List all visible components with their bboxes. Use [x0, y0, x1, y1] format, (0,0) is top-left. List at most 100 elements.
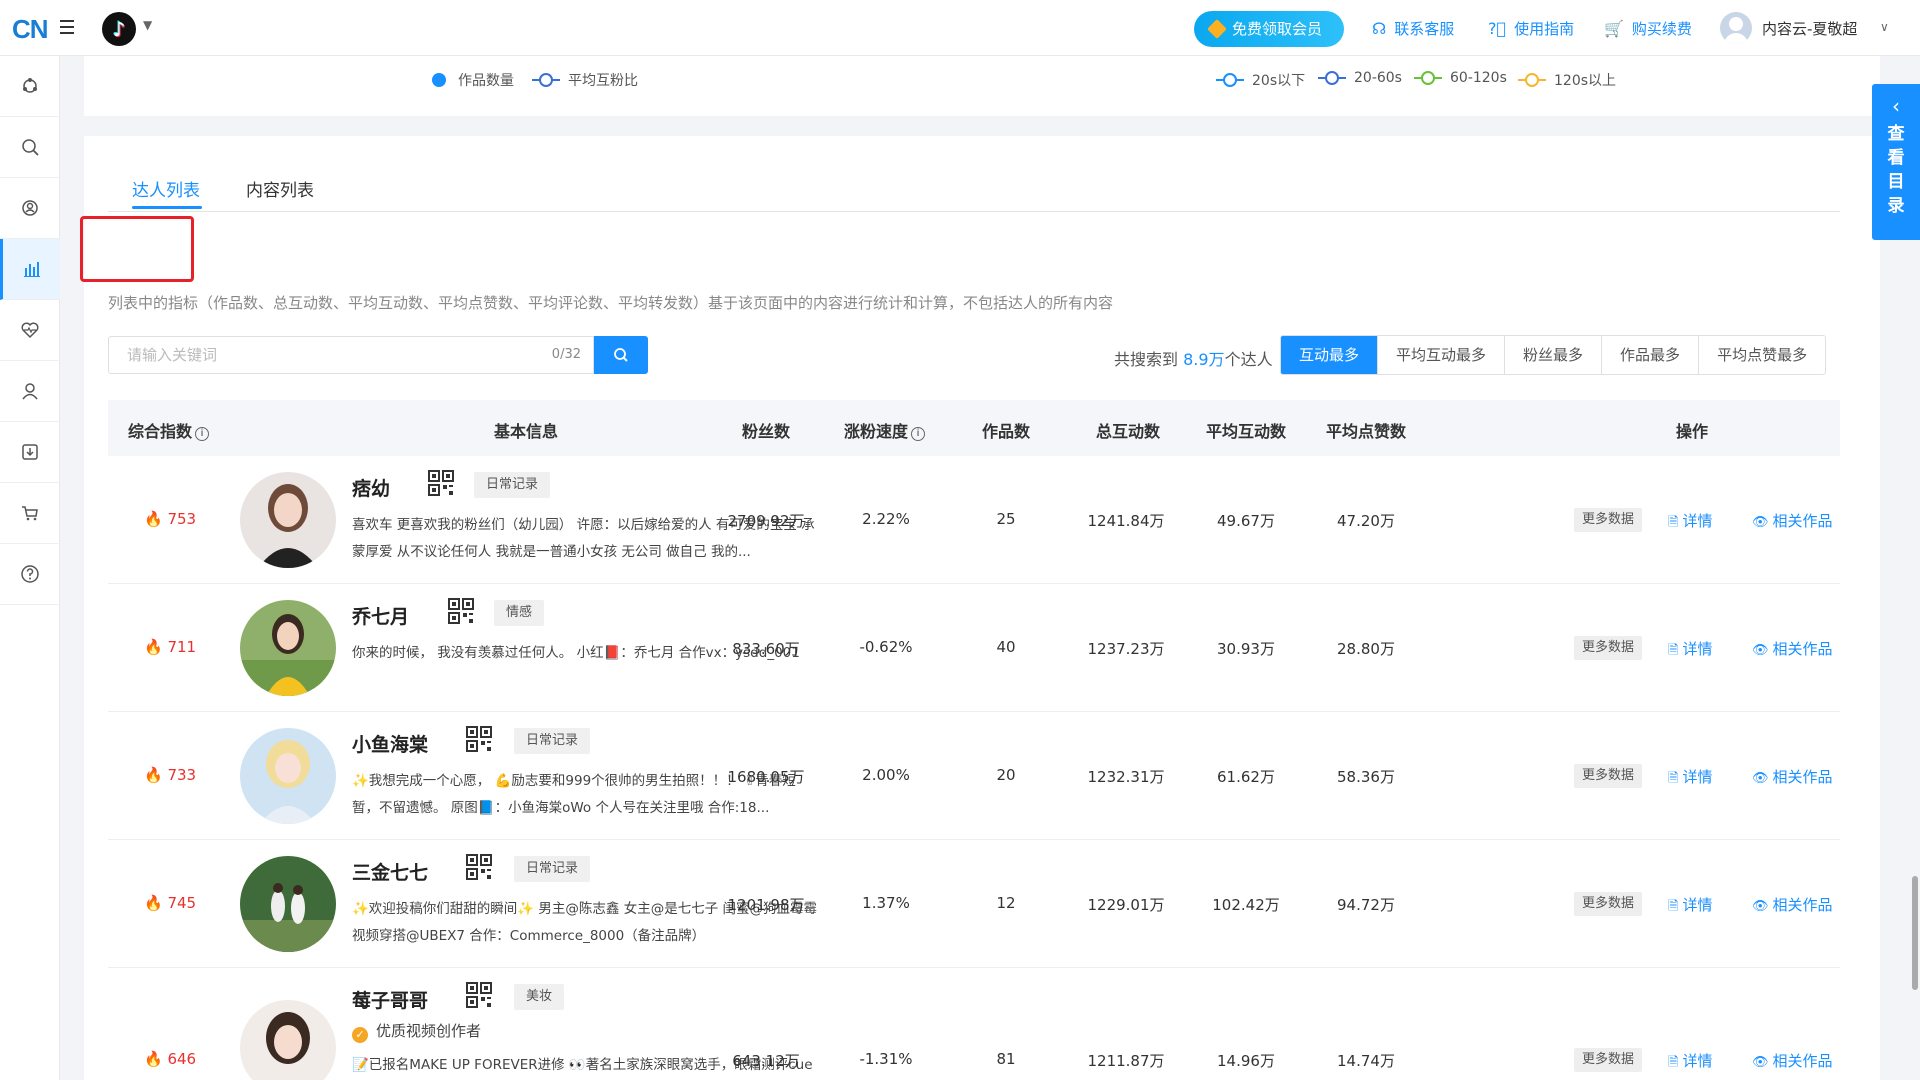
- more-data-button[interactable]: 更多数据: [1574, 892, 1643, 916]
- total-interactions: 1229.01万: [1087, 896, 1165, 914]
- table-row: 🔥 711 乔七月 情感 你来的时候， 我没有羡慕过任何人。 小红📕：乔七月 合…: [108, 584, 1840, 712]
- sidebar-item-profile[interactable]: [0, 361, 60, 422]
- qr-code-icon[interactable]: [428, 470, 454, 496]
- sidebar-item-cart[interactable]: [0, 483, 60, 544]
- legend-item-20-60s[interactable]: 20-60s: [1318, 70, 1402, 86]
- legend-item-works[interactable]: 作品数量: [432, 70, 514, 90]
- fire-icon: 🔥: [144, 766, 163, 784]
- col-fans[interactable]: 粉丝数: [742, 418, 790, 442]
- qr-code-icon[interactable]: [466, 982, 492, 1008]
- fire-icon: 🔥: [144, 1050, 163, 1068]
- more-data-button[interactable]: 更多数据: [1574, 636, 1643, 660]
- scrollbar-thumb[interactable]: [1912, 876, 1918, 990]
- view-toc-button[interactable]: ‹ 查看目录: [1872, 84, 1920, 240]
- detail-link[interactable]: 🗎 详情: [1668, 766, 1712, 791]
- avg-interactions: 61.62万: [1217, 768, 1275, 786]
- col-works[interactable]: 作品数: [982, 418, 1030, 442]
- user-avatar[interactable]: [1720, 12, 1752, 44]
- avg-likes: 94.72万: [1337, 896, 1395, 914]
- tab-content-list[interactable]: 内容列表: [246, 176, 314, 201]
- bar-chart-icon: [23, 262, 40, 277]
- avatar[interactable]: [240, 472, 336, 568]
- chart-legend: 作品数量 平均互粉比 20s以下 20-60s 60-120s 120s以上: [84, 56, 1880, 116]
- legend-line: [1414, 71, 1442, 85]
- composite-score: 🔥 733: [144, 766, 197, 784]
- col-avg-interactions[interactable]: 平均互动数: [1206, 418, 1286, 442]
- search-input[interactable]: [109, 337, 593, 373]
- avatar[interactable]: [240, 600, 336, 696]
- related-works-link[interactable]: 👁 相关作品: [1752, 1050, 1833, 1071]
- creator-name[interactable]: 三金七七: [352, 858, 428, 885]
- user-guide-link[interactable]: ?⃝ 使用指南: [1488, 18, 1574, 39]
- fire-icon: 🔥: [144, 894, 163, 912]
- search-button[interactable]: [594, 336, 648, 374]
- document-icon: 🗎: [1668, 771, 1679, 786]
- legend-item-60-120s[interactable]: 60-120s: [1414, 70, 1507, 86]
- creator-name[interactable]: 痞幼: [352, 474, 390, 501]
- info-icon[interactable]: i: [195, 427, 210, 441]
- qr-code-icon[interactable]: [448, 598, 474, 624]
- tab-creator-list[interactable]: 达人列表: [132, 176, 200, 201]
- legend-item-under-20s[interactable]: 20s以下: [1216, 70, 1305, 90]
- col-total-interactions[interactable]: 总互动数: [1096, 418, 1160, 442]
- growth-rate: -0.62%: [859, 638, 913, 656]
- sort-most-avg-interactions[interactable]: 平均互动最多: [1377, 336, 1505, 374]
- sort-options: 互动最多 平均互动最多 粉丝最多 作品最多 平均点赞最多: [1280, 335, 1827, 375]
- detail-link[interactable]: 🗎 详情: [1668, 510, 1712, 535]
- contact-support-link[interactable]: ☊ 联系客服: [1372, 18, 1454, 39]
- gem-icon: [1207, 19, 1227, 39]
- composite-score: 🔥 753: [144, 510, 197, 528]
- buy-renew-link[interactable]: 🛒 购买续费: [1604, 18, 1692, 39]
- headset-icon: ☊: [1372, 19, 1387, 38]
- legend-item-avg-fans-ratio[interactable]: 平均互粉比: [532, 70, 638, 90]
- col-composite-index[interactable]: 综合指数 i: [128, 418, 210, 442]
- chevron-down-icon[interactable]: ∨: [1880, 20, 1889, 34]
- creator-name[interactable]: 小鱼海棠: [352, 730, 428, 757]
- more-data-button[interactable]: 更多数据: [1574, 764, 1643, 788]
- avatar[interactable]: [240, 1000, 336, 1080]
- avatar[interactable]: [240, 856, 336, 952]
- sort-most-fans[interactable]: 粉丝最多: [1504, 336, 1602, 374]
- sort-most-avg-likes[interactable]: 平均点赞最多: [1698, 336, 1826, 374]
- sidebar-item-search[interactable]: [0, 117, 60, 178]
- table-row: 🔥 646 莓子哥哥 美妆 ✓ 优质视频创作者 📝已报名MAKE UP FOREV…: [108, 968, 1840, 1080]
- result-count: 共搜索到 8.9万个达人: [1114, 350, 1273, 369]
- sidebar-item-home[interactable]: [0, 56, 60, 117]
- user-name[interactable]: 内容云-夏敬超: [1762, 18, 1857, 39]
- related-works-link[interactable]: 👁 相关作品: [1752, 638, 1833, 659]
- sidebar-item-help[interactable]: [0, 544, 60, 605]
- sidebar-item-creators[interactable]: [0, 178, 60, 239]
- app-logo[interactable]: CN: [12, 14, 49, 45]
- douyin-logo-icon[interactable]: ♪: [102, 12, 136, 46]
- sort-most-works[interactable]: 作品最多: [1601, 336, 1699, 374]
- creator-name[interactable]: 乔七月: [352, 602, 409, 629]
- creator-name[interactable]: 莓子哥哥: [352, 986, 428, 1013]
- detail-link[interactable]: 🗎 详情: [1668, 894, 1712, 919]
- sidebar-item-download[interactable]: [0, 422, 60, 483]
- info-icon[interactable]: i: [911, 427, 926, 441]
- detail-link[interactable]: 🗎 详情: [1668, 1050, 1712, 1075]
- more-data-button[interactable]: 更多数据: [1574, 508, 1643, 532]
- eye-icon: 👁: [1752, 643, 1769, 658]
- sort-most-interactions[interactable]: 互动最多: [1281, 336, 1378, 374]
- chevron-down-icon[interactable]: ▼: [143, 18, 152, 32]
- menu-icon[interactable]: [60, 20, 76, 34]
- legend-line: [1216, 73, 1244, 87]
- related-works-link[interactable]: 👁 相关作品: [1752, 894, 1833, 915]
- col-avg-likes[interactable]: 平均点赞数: [1326, 418, 1406, 442]
- more-data-button[interactable]: 更多数据: [1574, 1048, 1643, 1072]
- sidebar-item-analytics[interactable]: [0, 239, 60, 300]
- avg-interactions: 30.93万: [1217, 640, 1275, 658]
- qr-code-icon[interactable]: [466, 854, 492, 880]
- legend-item-over-120s[interactable]: 120s以上: [1518, 70, 1616, 90]
- related-works-link[interactable]: 👁 相关作品: [1752, 766, 1833, 787]
- related-works-link[interactable]: 👁 相关作品: [1752, 510, 1833, 531]
- cart-icon: [22, 506, 38, 521]
- verified-creator-badge: ✓ 优质视频创作者: [352, 1020, 481, 1043]
- detail-link[interactable]: 🗎 详情: [1668, 638, 1712, 663]
- qr-code-icon[interactable]: [466, 726, 492, 752]
- avatar[interactable]: [240, 728, 336, 824]
- col-growth[interactable]: 涨粉速度 i: [844, 418, 926, 442]
- sidebar-item-health[interactable]: [0, 300, 60, 361]
- free-vip-button[interactable]: 免费领取会员: [1194, 11, 1344, 47]
